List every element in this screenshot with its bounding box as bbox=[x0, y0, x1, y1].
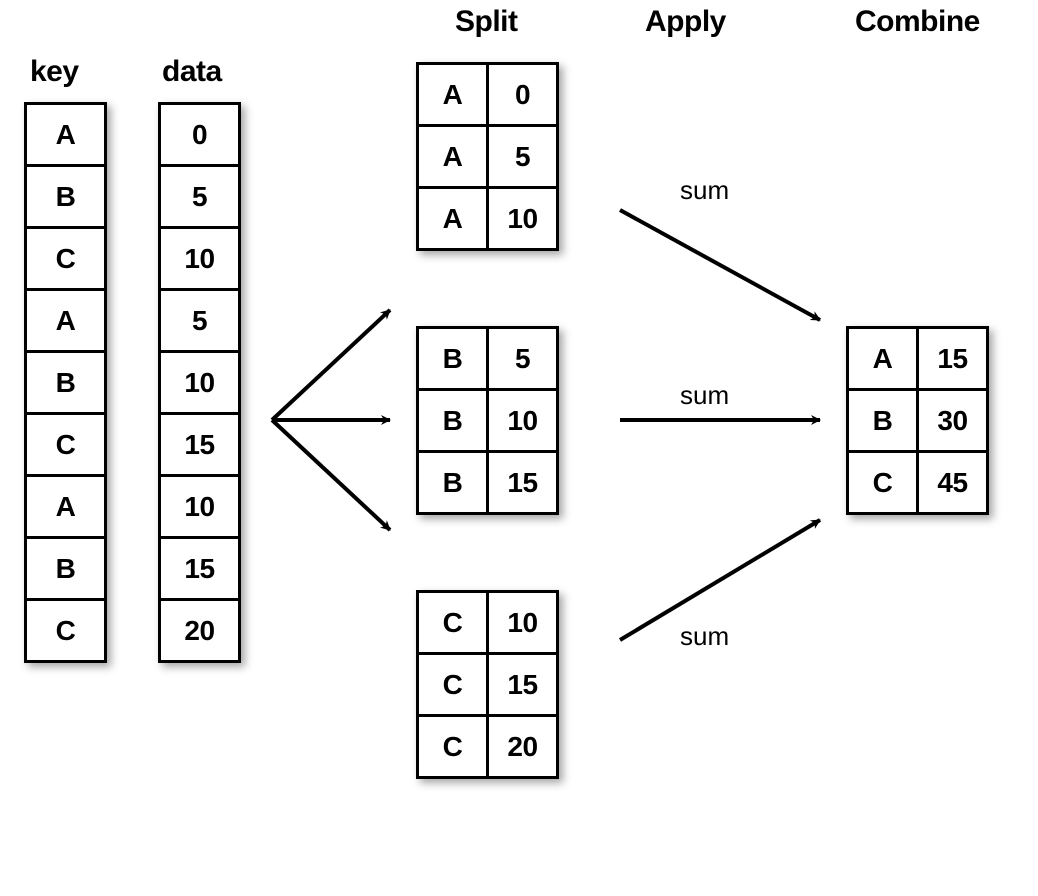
key-cell: C bbox=[26, 228, 106, 290]
split-val-cell: 5 bbox=[488, 328, 558, 390]
split-val-cell: 20 bbox=[488, 716, 558, 778]
key-cell: A bbox=[26, 476, 106, 538]
key-column-table: A B C A B C A B C bbox=[24, 102, 107, 663]
data-cell: 0 bbox=[160, 104, 240, 166]
key-cell: C bbox=[26, 414, 106, 476]
arrow-split-a bbox=[272, 310, 390, 420]
heading-apply: Apply bbox=[645, 5, 726, 39]
split-group-a: A0 A5 A10 bbox=[416, 62, 559, 251]
arrow-apply-a bbox=[620, 210, 820, 320]
combine-key-cell: C bbox=[848, 452, 918, 514]
split-key-cell: A bbox=[418, 188, 488, 250]
combine-val-cell: 45 bbox=[918, 452, 988, 514]
heading-data: data bbox=[162, 55, 222, 89]
split-key-cell: C bbox=[418, 654, 488, 716]
split-val-cell: 10 bbox=[488, 188, 558, 250]
combine-key-cell: B bbox=[848, 390, 918, 452]
heading-combine: Combine bbox=[855, 5, 980, 39]
combine-key-cell: A bbox=[848, 328, 918, 390]
key-cell: A bbox=[26, 104, 106, 166]
data-column-table: 0 5 10 5 10 15 10 15 20 bbox=[158, 102, 241, 663]
split-key-cell: C bbox=[418, 716, 488, 778]
split-key-cell: A bbox=[418, 126, 488, 188]
combine-val-cell: 30 bbox=[918, 390, 988, 452]
apply-label-a: sum bbox=[680, 175, 729, 206]
split-key-cell: B bbox=[418, 328, 488, 390]
data-cell: 5 bbox=[160, 290, 240, 352]
data-cell: 10 bbox=[160, 476, 240, 538]
combine-table: A15 B30 C45 bbox=[846, 326, 989, 515]
split-group-c: C10 C15 C20 bbox=[416, 590, 559, 779]
key-cell: C bbox=[26, 600, 106, 662]
key-cell: B bbox=[26, 538, 106, 600]
data-cell: 15 bbox=[160, 414, 240, 476]
split-group-b: B5 B10 B15 bbox=[416, 326, 559, 515]
key-cell: A bbox=[26, 290, 106, 352]
split-val-cell: 10 bbox=[488, 592, 558, 654]
split-key-cell: C bbox=[418, 592, 488, 654]
heading-key: key bbox=[30, 55, 79, 89]
split-key-cell: B bbox=[418, 452, 488, 514]
split-val-cell: 15 bbox=[488, 452, 558, 514]
apply-label-b: sum bbox=[680, 380, 729, 411]
data-cell: 10 bbox=[160, 352, 240, 414]
key-cell: B bbox=[26, 166, 106, 228]
data-cell: 20 bbox=[160, 600, 240, 662]
data-cell: 5 bbox=[160, 166, 240, 228]
data-cell: 15 bbox=[160, 538, 240, 600]
data-cell: 10 bbox=[160, 228, 240, 290]
split-val-cell: 5 bbox=[488, 126, 558, 188]
split-key-cell: A bbox=[418, 64, 488, 126]
split-val-cell: 15 bbox=[488, 654, 558, 716]
apply-label-c: sum bbox=[680, 621, 729, 652]
split-val-cell: 10 bbox=[488, 390, 558, 452]
arrow-split-c bbox=[272, 420, 390, 530]
split-val-cell: 0 bbox=[488, 64, 558, 126]
split-key-cell: B bbox=[418, 390, 488, 452]
heading-split: Split bbox=[455, 5, 518, 39]
key-cell: B bbox=[26, 352, 106, 414]
combine-val-cell: 15 bbox=[918, 328, 988, 390]
